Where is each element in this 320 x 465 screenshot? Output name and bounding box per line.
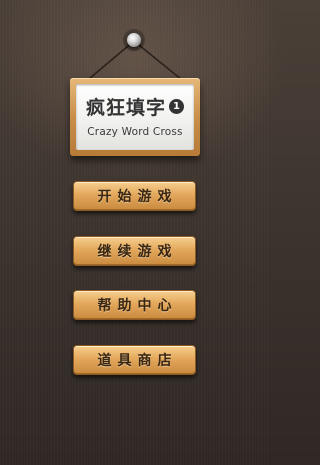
title-sign: 疯狂填字 1 Crazy Word Cross: [70, 78, 200, 156]
help-center-button[interactable]: 帮助中心: [73, 290, 196, 320]
level-badge: 1: [169, 99, 184, 114]
start-game-label: 开始游戏: [97, 189, 178, 205]
game-title: 疯狂填字: [85, 97, 166, 119]
continue-game-label: 继续游戏: [97, 244, 178, 260]
game-subtitle: Crazy Word Cross: [87, 126, 183, 138]
start-game-button[interactable]: 开始游戏: [73, 181, 196, 211]
title-row: 疯狂填字 1: [76, 93, 194, 120]
item-shop-button[interactable]: 道具商店: [73, 345, 196, 375]
help-center-label: 帮助中心: [97, 298, 178, 314]
nail-icon: [127, 33, 141, 47]
title-sign-panel: 疯狂填字 1 Crazy Word Cross: [76, 84, 194, 150]
item-shop-label: 道具商店: [97, 353, 178, 369]
continue-game-button[interactable]: 继续游戏: [73, 236, 196, 266]
